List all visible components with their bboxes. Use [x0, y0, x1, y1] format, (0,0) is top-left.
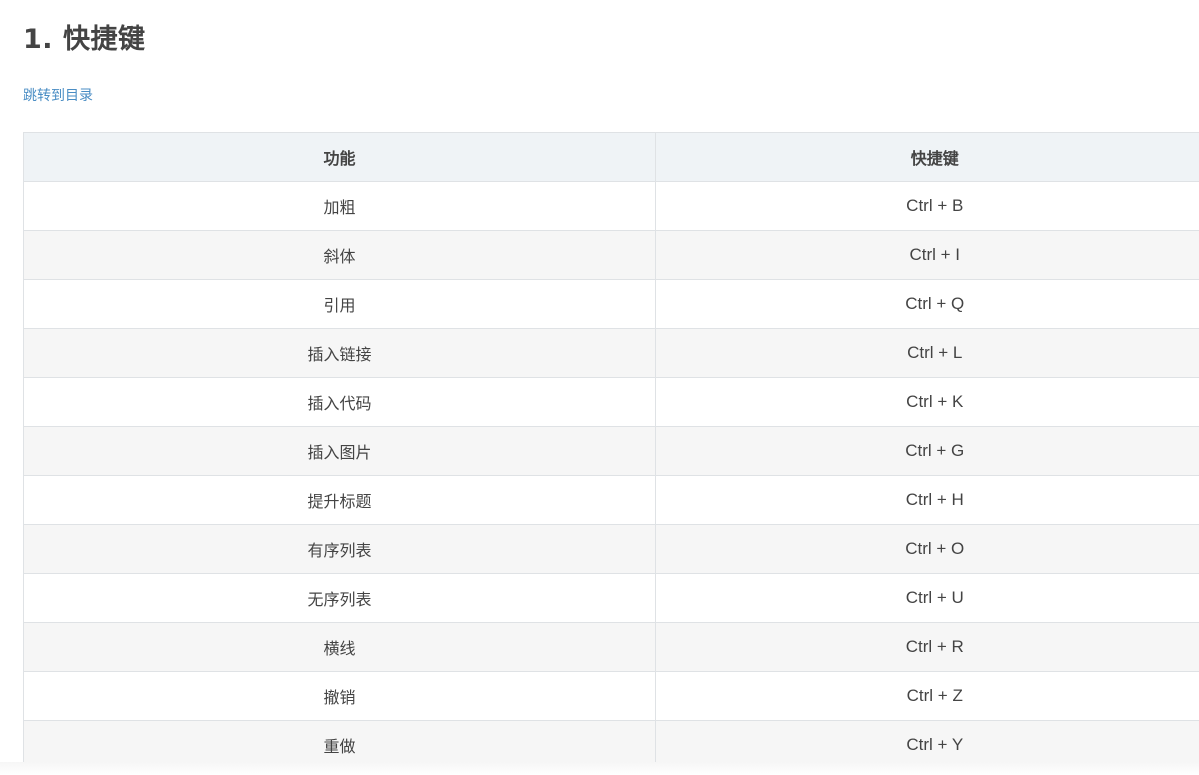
table-row: 插入链接 Ctrl + L: [23, 328, 1199, 378]
function-cell: 有序列表: [23, 524, 656, 574]
table-row: 撤销 Ctrl + Z: [23, 671, 1199, 721]
function-cell: 撤销: [23, 671, 656, 721]
column-header-function: 功能: [23, 132, 656, 182]
table-header-row: 功能 快捷键: [23, 132, 1199, 182]
table-row: 提升标题 Ctrl + H: [23, 475, 1199, 525]
shortcut-cell: Ctrl + K: [655, 377, 1199, 427]
function-cell: 插入代码: [23, 377, 656, 427]
shortcut-table: 功能 快捷键 加粗 Ctrl + B 斜体 Ctrl + I 引用 Ctrl +…: [23, 132, 1199, 770]
table-row: 有序列表 Ctrl + O: [23, 524, 1199, 574]
shortcut-cell: Ctrl + I: [655, 230, 1199, 280]
shortcut-cell: Ctrl + G: [655, 426, 1199, 476]
section-heading: 1. 快捷键: [23, 24, 146, 55]
table-row: 插入图片 Ctrl + G: [23, 426, 1199, 476]
function-cell: 斜体: [23, 230, 656, 280]
function-cell: 横线: [23, 622, 656, 672]
table-row: 无序列表 Ctrl + U: [23, 573, 1199, 623]
shortcut-cell: Ctrl + B: [655, 181, 1199, 231]
function-cell: 插入链接: [23, 328, 656, 378]
jump-to-toc-link[interactable]: 跳转到目录: [23, 86, 93, 106]
function-cell: 无序列表: [23, 573, 656, 623]
shortcut-table-container: 功能 快捷键 加粗 Ctrl + B 斜体 Ctrl + I 引用 Ctrl +…: [23, 132, 1199, 770]
shortcut-cell: Ctrl + H: [655, 475, 1199, 525]
table-row: 插入代码 Ctrl + K: [23, 377, 1199, 427]
table-row: 横线 Ctrl + R: [23, 622, 1199, 672]
shortcut-cell: Ctrl + Z: [655, 671, 1199, 721]
shortcut-cell: Ctrl + R: [655, 622, 1199, 672]
shortcut-cell: Ctrl + O: [655, 524, 1199, 574]
function-cell: 插入图片: [23, 426, 656, 476]
table-row: 斜体 Ctrl + I: [23, 230, 1199, 280]
table-row: 引用 Ctrl + Q: [23, 279, 1199, 329]
function-cell: 加粗: [23, 181, 656, 231]
shortcut-cell: Ctrl + U: [655, 573, 1199, 623]
shortcut-cell: Ctrl + Q: [655, 279, 1199, 329]
bottom-edge-shadow: [0, 762, 1199, 775]
markdown-page: 1. 快捷键 跳转到目录 功能 快捷键 加粗 Ctrl + B 斜体 Ctrl …: [0, 0, 1199, 775]
table-row: 加粗 Ctrl + B: [23, 181, 1199, 231]
function-cell: 提升标题: [23, 475, 656, 525]
column-header-shortcut: 快捷键: [655, 132, 1199, 182]
function-cell: 引用: [23, 279, 656, 329]
shortcut-cell: Ctrl + L: [655, 328, 1199, 378]
